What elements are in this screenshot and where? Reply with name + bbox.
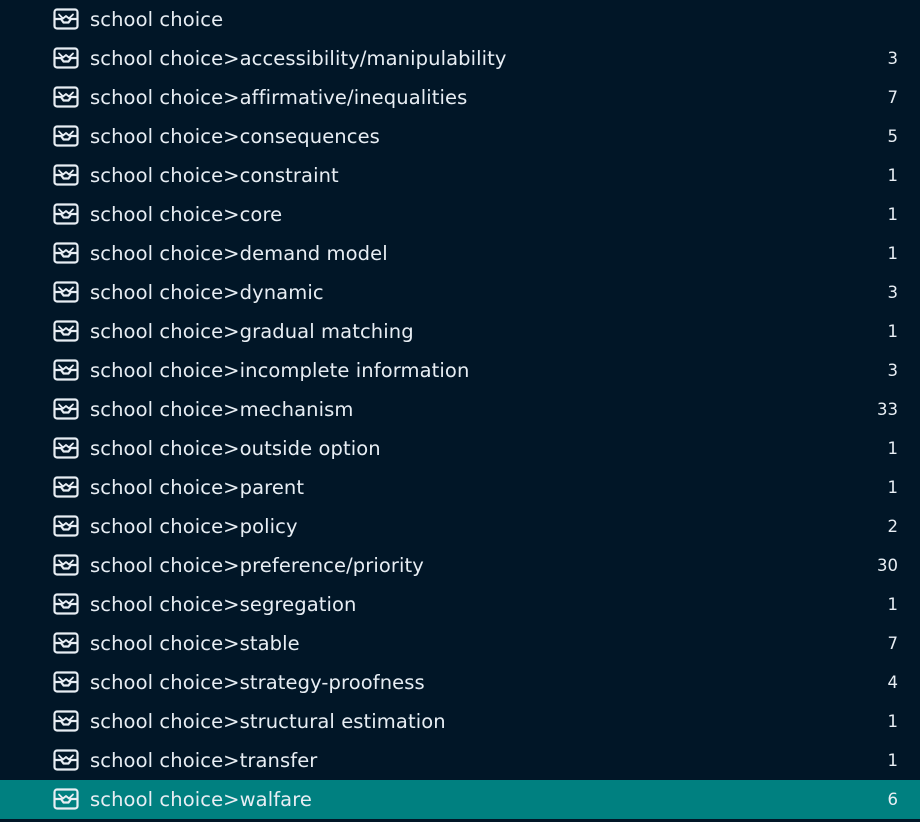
tag-row[interactable]: school choice>incomplete information 3 (0, 351, 920, 390)
tag-label: school choice (90, 8, 224, 31)
tray-icon (53, 203, 79, 225)
tray-icon (53, 47, 79, 69)
tray-icon (53, 125, 79, 147)
tray-icon (53, 8, 79, 30)
tag-row-selected[interactable]: school choice>walfare 6 (0, 780, 920, 819)
tag-count: 1 (887, 751, 899, 770)
tag-row[interactable]: school choice>mechanism 33 (0, 390, 920, 429)
tag-label: school choice>gradual matching (90, 320, 414, 343)
tag-row[interactable]: school choice>accessibility/manipulabili… (0, 39, 920, 78)
tag-count: 2 (887, 517, 899, 536)
tray-icon (53, 164, 79, 186)
tag-row[interactable]: school choice>policy 2 (0, 507, 920, 546)
tray-icon (53, 593, 79, 615)
tag-label: school choice>core (90, 203, 283, 226)
tag-row[interactable]: school choice>demand model 1 (0, 234, 920, 273)
tag-label: school choice>walfare (90, 788, 313, 811)
tag-row[interactable]: school choice>affirmative/inequalities 7 (0, 78, 920, 117)
tray-icon (53, 671, 79, 693)
tag-count: 6 (887, 790, 899, 809)
tag-count: 1 (887, 205, 899, 224)
tag-label: school choice>parent (90, 476, 305, 499)
tag-label: school choice>structural estimation (90, 710, 446, 733)
tray-icon (53, 437, 79, 459)
tag-label: school choice>strategy-proofness (90, 671, 425, 694)
tag-row[interactable]: school choice>strategy-proofness 4 (0, 663, 920, 702)
tray-icon (53, 242, 79, 264)
tag-row[interactable]: school choice>constraint 1 (0, 156, 920, 195)
tag-label: school choice>stable (90, 632, 300, 655)
tag-row[interactable]: school choice>segregation 1 (0, 585, 920, 624)
tag-count: 1 (887, 595, 899, 614)
tag-count: 3 (887, 283, 899, 302)
tag-label: school choice>mechanism (90, 398, 354, 421)
tray-icon (53, 554, 79, 576)
tag-label: school choice>preference/priority (90, 554, 424, 577)
tray-icon (53, 515, 79, 537)
tag-tree: school choice school choice>accessibilit… (0, 0, 920, 822)
tag-row[interactable]: school choice>core 1 (0, 195, 920, 234)
tag-count: 7 (887, 634, 899, 653)
tag-label: school choice>outside option (90, 437, 381, 460)
tray-icon (53, 632, 79, 654)
tray-icon (53, 710, 79, 732)
tag-row[interactable]: school choice (0, 0, 920, 39)
tag-count: 3 (887, 361, 899, 380)
tray-icon (53, 320, 79, 342)
tag-row[interactable]: school choice>structural estimation 1 (0, 702, 920, 741)
tag-count: 1 (887, 322, 899, 341)
tray-icon (53, 476, 79, 498)
tray-icon (53, 788, 79, 810)
tray-icon (53, 359, 79, 381)
tag-row[interactable]: school choice>parent 1 (0, 468, 920, 507)
tray-icon (53, 749, 79, 771)
tag-count: 1 (887, 166, 899, 185)
tag-count: 7 (887, 88, 899, 107)
tag-label: school choice>consequences (90, 125, 380, 148)
tag-count: 1 (887, 439, 899, 458)
tag-count: 30 (877, 556, 898, 575)
tag-label: school choice>incomplete information (90, 359, 470, 382)
tag-count: 4 (887, 673, 899, 692)
tag-label: school choice>demand model (90, 242, 388, 265)
tag-count: 5 (887, 127, 899, 146)
tag-label: school choice>transfer (90, 749, 318, 772)
tag-row[interactable]: school choice>preference/priority 30 (0, 546, 920, 585)
tray-icon (53, 281, 79, 303)
tag-count: 3 (887, 49, 899, 68)
tag-label: school choice>policy (90, 515, 298, 538)
tag-label: school choice>constraint (90, 164, 339, 187)
tray-icon (53, 86, 79, 108)
tag-row[interactable]: school choice>consequences 5 (0, 117, 920, 156)
tray-icon (53, 398, 79, 420)
tag-count: 1 (887, 478, 899, 497)
tag-row[interactable]: school choice>dynamic 3 (0, 273, 920, 312)
tag-label: school choice>accessibility/manipulabili… (90, 47, 507, 70)
tag-label: school choice>segregation (90, 593, 357, 616)
tag-count: 33 (877, 400, 898, 419)
tag-label: school choice>dynamic (90, 281, 324, 304)
tag-count: 1 (887, 244, 899, 263)
tag-count: 1 (887, 712, 899, 731)
tag-row[interactable]: school choice>transfer 1 (0, 741, 920, 780)
tag-label: school choice>affirmative/inequalities (90, 86, 468, 109)
tag-row[interactable]: school choice>stable 7 (0, 624, 920, 663)
tag-row[interactable]: school choice>outside option 1 (0, 429, 920, 468)
tag-row[interactable]: school choice>gradual matching 1 (0, 312, 920, 351)
